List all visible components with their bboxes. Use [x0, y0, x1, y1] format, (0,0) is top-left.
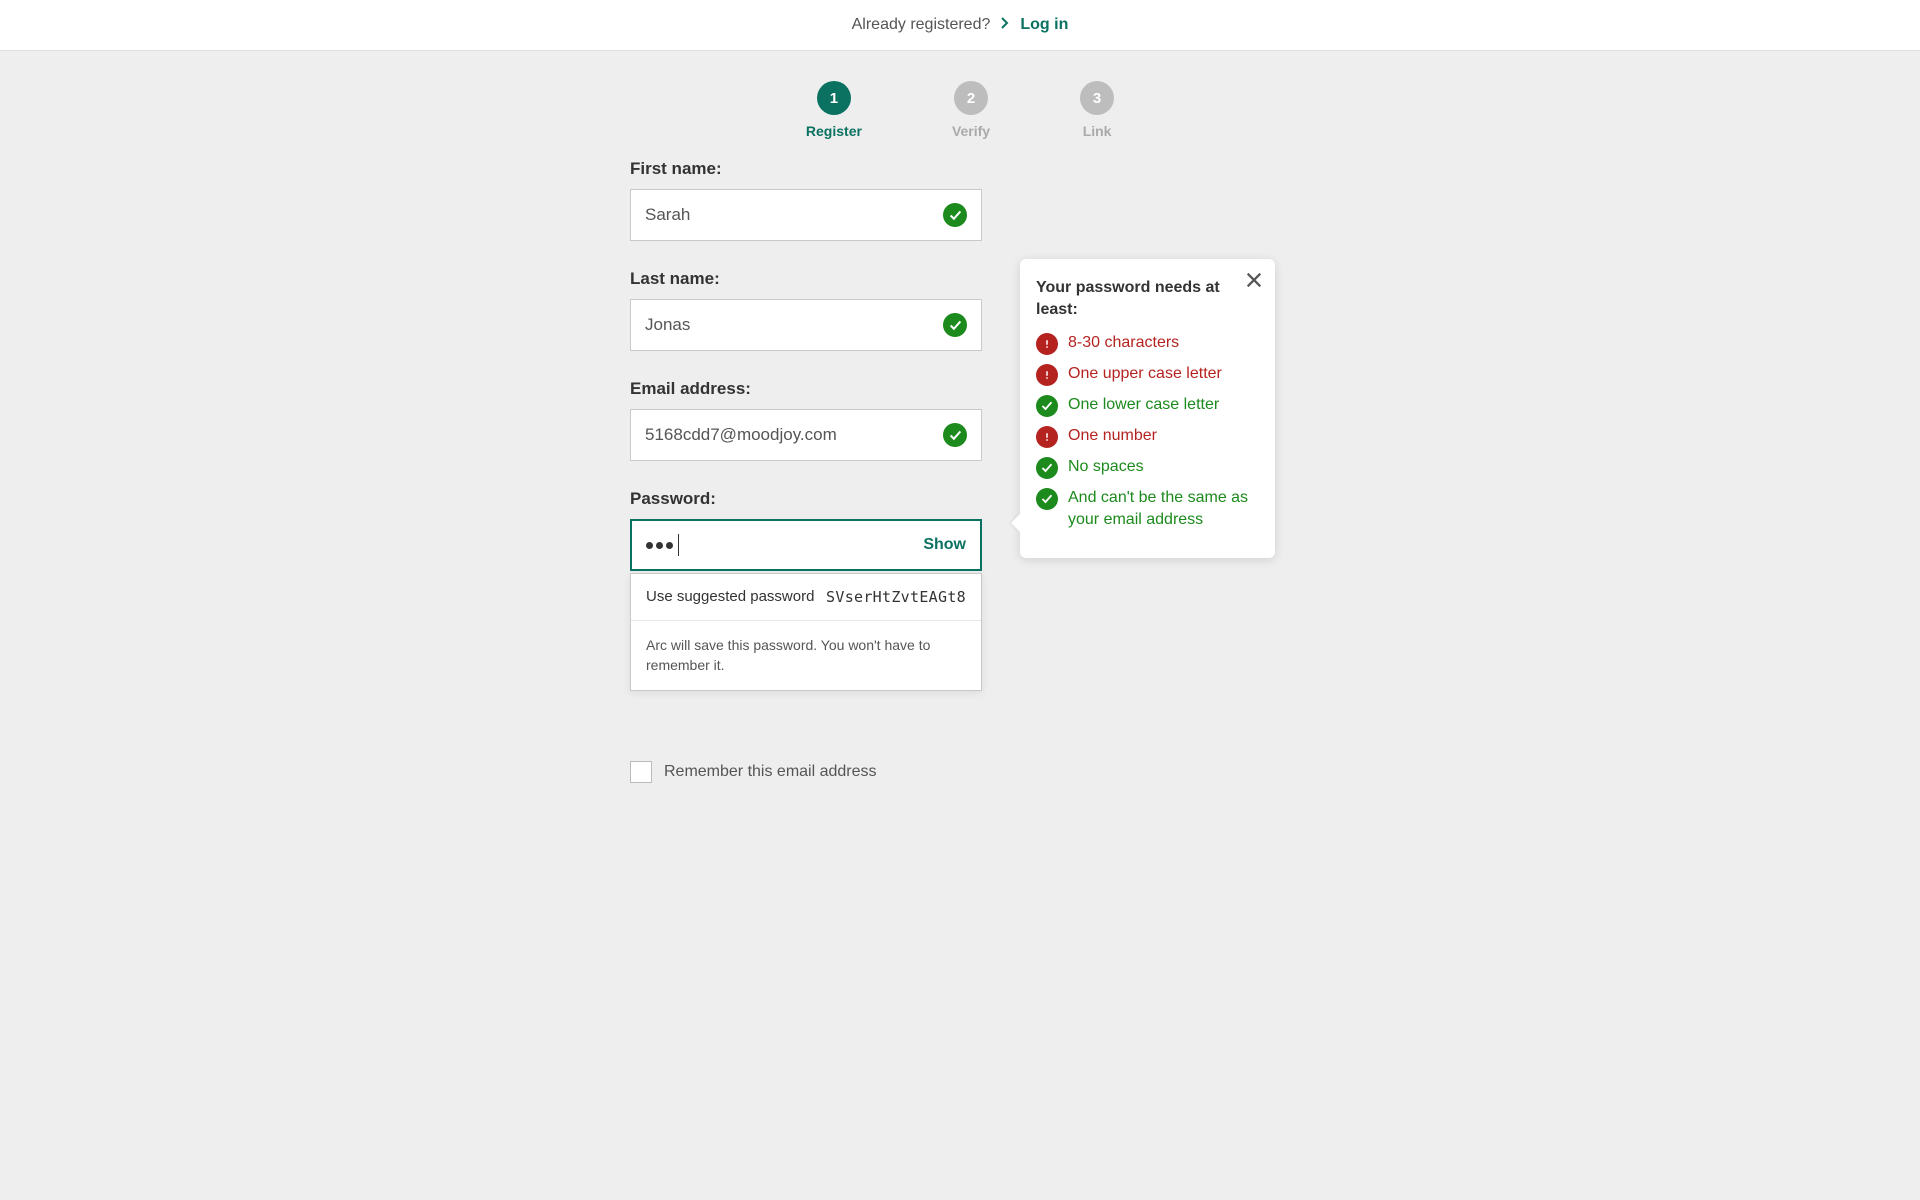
close-icon[interactable]: [1243, 269, 1265, 291]
rule-text: 8-30 characters: [1068, 332, 1259, 354]
password-value: [646, 534, 923, 556]
last-name-value: Jonas: [645, 315, 943, 335]
remember-email-row: Remember this email address: [630, 761, 1290, 783]
step-link: 3 Link: [1080, 81, 1114, 139]
rule-text: And can't be the same as your email addr…: [1068, 487, 1259, 532]
tooltip-rules: 8-30 characters One upper case letter On…: [1036, 332, 1259, 532]
first-name-label: First name:: [630, 159, 1290, 179]
show-password-button[interactable]: Show: [923, 536, 966, 554]
step-label: Link: [1083, 123, 1112, 139]
email-value: 5168cdd7@moodjoy.com: [645, 425, 943, 445]
rule-text: One number: [1068, 425, 1259, 447]
step-number: 2: [954, 81, 988, 115]
first-name-value: Sarah: [645, 205, 943, 225]
check-icon: [1036, 457, 1058, 479]
first-name-input[interactable]: Sarah: [630, 189, 982, 241]
password-rule: 8-30 characters: [1036, 332, 1259, 355]
password-rule: One upper case letter: [1036, 363, 1259, 386]
step-number: 1: [817, 81, 851, 115]
remember-email-label: Remember this email address: [664, 763, 877, 781]
last-name-input[interactable]: Jonas: [630, 299, 982, 351]
suggestion-note: Arc will save this password. You won't h…: [631, 621, 981, 690]
check-icon: [943, 423, 967, 447]
password-suggestion-dropdown: Use suggested password SVserHtZvtEAGt8 A…: [630, 573, 982, 691]
step-label: Verify: [952, 123, 990, 139]
step-verify: 2 Verify: [952, 81, 990, 139]
password-rule: One number: [1036, 425, 1259, 448]
step-number: 3: [1080, 81, 1114, 115]
password-input[interactable]: Show: [630, 519, 982, 571]
use-suggested-password-button[interactable]: Use suggested password SVserHtZvtEAGt8: [631, 574, 981, 621]
remember-email-checkbox[interactable]: [630, 761, 652, 783]
stepper: 1 Register 2 Verify 3 Link: [0, 51, 1920, 159]
password-requirements-tooltip: Your password needs at least: 8-30 chara…: [1020, 259, 1275, 558]
step-label: Register: [806, 123, 862, 139]
suggestion-label: Use suggested password: [646, 588, 814, 606]
password-rule: One lower case letter: [1036, 394, 1259, 417]
first-name-group: First name: Sarah: [630, 159, 1290, 241]
rule-text: One upper case letter: [1068, 363, 1259, 385]
email-input[interactable]: 5168cdd7@moodjoy.com: [630, 409, 982, 461]
tooltip-title: Your password needs at least:: [1036, 277, 1259, 322]
login-link[interactable]: Log in: [1020, 16, 1068, 34]
chevron-right-icon: [1000, 16, 1010, 34]
error-icon: [1036, 333, 1058, 355]
rule-text: No spaces: [1068, 456, 1259, 478]
registration-form: First name: Sarah Last name: Jonas Emai: [610, 159, 1310, 783]
suggestion-value: SVserHtZvtEAGt8: [826, 588, 966, 606]
check-icon: [1036, 395, 1058, 417]
check-icon: [1036, 488, 1058, 510]
rule-text: One lower case letter: [1068, 394, 1259, 416]
password-rule: No spaces: [1036, 456, 1259, 479]
error-icon: [1036, 364, 1058, 386]
check-icon: [943, 313, 967, 337]
check-icon: [943, 203, 967, 227]
step-register: 1 Register: [806, 81, 862, 139]
top-bar: Already registered? Log in: [0, 0, 1920, 51]
error-icon: [1036, 426, 1058, 448]
already-registered-text: Already registered?: [852, 16, 991, 34]
password-rule: And can't be the same as your email addr…: [1036, 487, 1259, 532]
